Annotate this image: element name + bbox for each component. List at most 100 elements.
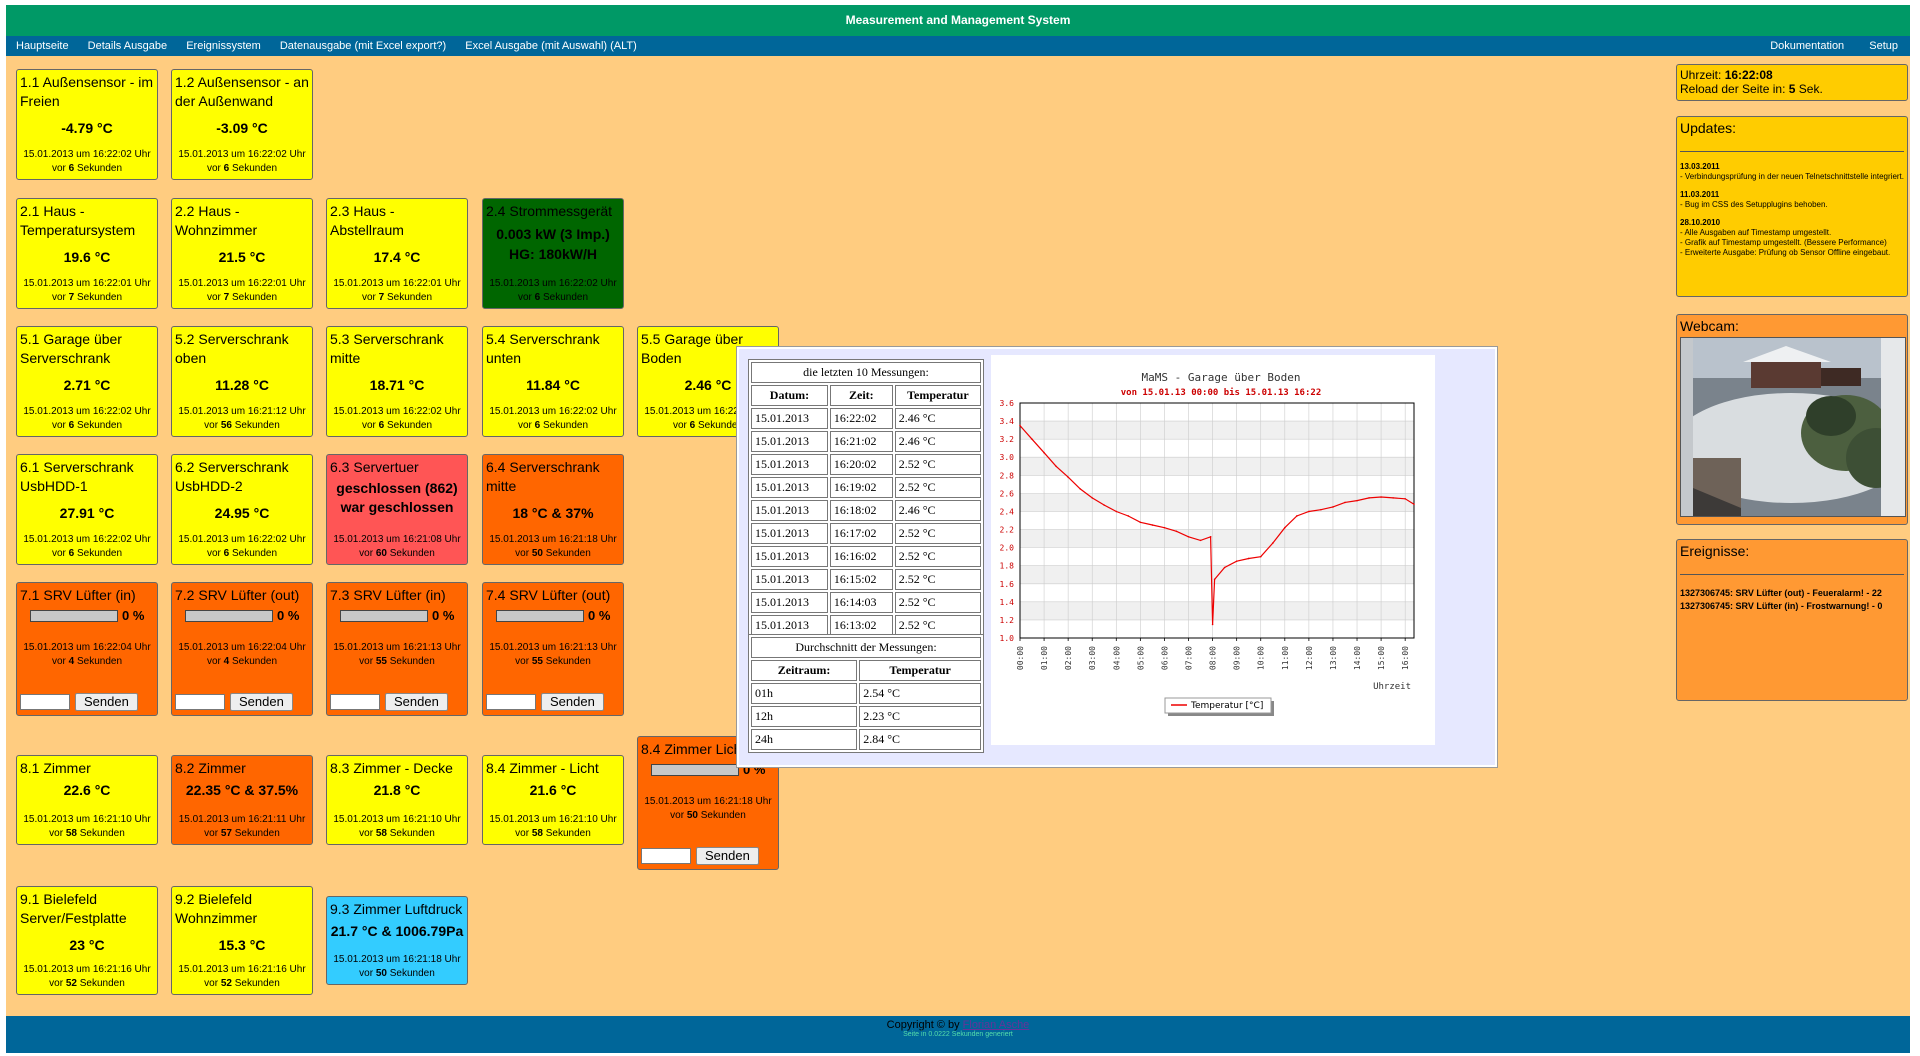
- menu-datenausgabe[interactable]: Datenausgabe (mit Excel export?): [280, 40, 446, 52]
- sensor-name: 6.2 Serverschrank UsbHDD-2: [175, 459, 289, 494]
- send-button[interactable]: Senden: [385, 693, 448, 711]
- sensor-tile[interactable]: 6.1 Serverschrank UsbHDD-1 27.91 °C 15.0…: [16, 454, 158, 565]
- updates-list: 13.03.2011 - Verbindungsprüfung in der n…: [1680, 162, 1904, 257]
- sensor-tile[interactable]: 5.2 Serverschrank oben 11.28 °C 15.01.20…: [171, 326, 313, 437]
- author-link[interactable]: Florian Asche: [963, 1019, 1030, 1031]
- sensor-tile[interactable]: 5.1 Garage über Serverschrank 2.71 °C 15…: [16, 326, 158, 437]
- table-row: 15.01.2013 16:17:02 2.52 °C: [751, 523, 981, 544]
- sensor-tile[interactable]: 9.3 Zimmer Luftdruck 21.7 °C & 1006.79Pa…: [326, 896, 468, 985]
- data-point: [1247, 557, 1250, 560]
- sensor-tile[interactable]: 8.4 Zimmer - Licht 21.6 °C 15.01.2013 um…: [482, 755, 624, 845]
- menu-ereignissystem[interactable]: Ereignissystem: [186, 40, 261, 52]
- table-row: 15.01.2013 16:20:02 2.52 °C: [751, 454, 981, 475]
- sensor-tile[interactable]: 5.4 Serverschrank unten 11.84 °C 15.01.2…: [482, 326, 624, 437]
- menu-dokumentation[interactable]: Dokumentation: [1770, 40, 1844, 52]
- event-item[interactable]: 1327306745: SRV Lüfter (in) - Frostwarnu…: [1680, 600, 1904, 613]
- legend-label: Temperatur [°C]: [1190, 701, 1263, 711]
- actuator-tile[interactable]: 7.3 SRV Lüfter (in) 0 % 15.01.2013 um 16…: [326, 582, 468, 716]
- sensor-tile[interactable]: 6.4 Serverschrank mitte 18 °C & 37% 15.0…: [482, 454, 624, 565]
- data-point: [1332, 506, 1334, 508]
- data-point: [1067, 476, 1069, 478]
- sensor-timestamp: 15.01.2013 um 16:21:10 Uhr vor 58 Sekunde…: [489, 814, 617, 839]
- actuator-tile[interactable]: 7.1 SRV Lüfter (in) 0 % 15.01.2013 um 16…: [16, 582, 158, 716]
- value-input[interactable]: [20, 694, 70, 710]
- sensor-tile[interactable]: 2.4 Strommessgerät 0.003 kW (3 Imp.) HG:…: [482, 198, 624, 309]
- sensor-tile[interactable]: 9.1 Bielefeld Server/Festplatte 23 °C 15…: [16, 886, 158, 995]
- sensor-tile[interactable]: 6.3 Servertuer geschlossen (862) war ges…: [326, 454, 468, 565]
- sensor-timestamp: 15.01.2013 um 16:22:02 Uhr vor 6 Sekunden: [178, 534, 306, 559]
- menu-setup[interactable]: Setup: [1869, 40, 1898, 52]
- y-tick-label: 2.6: [1000, 489, 1015, 498]
- sensor-tile[interactable]: 9.2 Bielefeld Wohnzimmer 15.3 °C 15.01.2…: [171, 886, 313, 995]
- actuator-tile[interactable]: 7.2 SRV Lüfter (out) 0 % 15.01.2013 um 1…: [171, 582, 313, 716]
- sensor-timestamp: 15.01.2013 um 16:21:12 Uhr vor 56 Sekunde…: [178, 406, 306, 431]
- sensor-tile[interactable]: 6.2 Serverschrank UsbHDD-2 24.95 °C 15.0…: [171, 454, 313, 565]
- send-button[interactable]: Senden: [696, 847, 759, 865]
- sensor-tile[interactable]: 1.2 Außensensor - an der Außenwand -3.09…: [171, 69, 313, 180]
- event-item[interactable]: 1327306745: SRV Lüfter (out) - Feueralar…: [1680, 587, 1904, 600]
- y-tick-label: 2.8: [1000, 471, 1015, 480]
- sensor-value: 19.6 °C: [63, 249, 111, 265]
- sensor-tile[interactable]: 5.3 Serverschrank mitte 18.71 °C 15.01.2…: [326, 326, 468, 437]
- menu-details-ausgabe[interactable]: Details Ausgabe: [88, 40, 168, 52]
- sensor-tile[interactable]: 8.1 Zimmer 22.6 °C 15.01.2013 um 16:21:1…: [16, 755, 158, 845]
- sensor-tile[interactable]: 1.1 Außensensor - im Freien -4.79 °C 15.…: [16, 69, 158, 180]
- table-row: 15.01.2013 16:13:02 2.52 °C: [751, 615, 981, 636]
- sensor-tile[interactable]: 8.3 Zimmer - Decke 21.8 °C 15.01.2013 um…: [326, 755, 468, 845]
- sensor-timestamp: 15.01.2013 um 16:21:10 Uhr vor 58 Sekunde…: [333, 814, 461, 839]
- sensor-tile[interactable]: 2.1 Haus - Temperatursystem 19.6 °C 15.0…: [16, 198, 158, 309]
- actuator-control: Senden: [330, 693, 448, 711]
- table-row: 15.01.2013 16:21:02 2.46 °C: [751, 431, 981, 452]
- value-input[interactable]: [641, 848, 691, 864]
- x-tick-label: 09:00: [1233, 646, 1242, 670]
- progress-row: 0 %: [20, 607, 154, 623]
- sensor-tile[interactable]: 2.3 Haus - Abstellraum 17.4 °C 15.01.201…: [326, 198, 468, 309]
- menu-hauptseite[interactable]: Hauptseite: [16, 40, 69, 52]
- sensor-timestamp: 15.01.2013 um 16:22:02 Uhr vor 6 Sekunden: [178, 149, 306, 174]
- data-point: [1091, 497, 1094, 499]
- value-input[interactable]: [486, 694, 536, 710]
- data-point: [1031, 438, 1033, 440]
- table-row: 15.01.2013 16:18:02 2.46 °C: [751, 500, 981, 521]
- value-input[interactable]: [330, 694, 380, 710]
- x-tick-label: 05:00: [1136, 646, 1145, 670]
- data-point: [1209, 535, 1212, 538]
- grid-band: [1020, 421, 1414, 440]
- sensor-timestamp: 15.01.2013 um 16:22:02 Uhr vor 6 Sekunden: [23, 149, 151, 174]
- sensor-tile[interactable]: 2.2 Haus - Wohnzimmer 21.5 °C 15.01.2013…: [171, 198, 313, 309]
- webcam-image[interactable]: [1680, 337, 1906, 517]
- menu-excel-ausgabe[interactable]: Excel Ausgabe (mit Auswahl) (ALT): [465, 40, 637, 52]
- column-header: Zeit:: [829, 385, 893, 406]
- events-title: Ereignisse:: [1680, 543, 1750, 559]
- sensor-name: 2.3 Haus - Abstellraum: [330, 203, 404, 238]
- send-button[interactable]: Senden: [541, 693, 604, 711]
- sensor-name: 2.4 Strommessgerät: [486, 203, 613, 219]
- sensor-timestamp: 15.01.2013 um 16:22:02 Uhr vor 6 Sekunden: [23, 534, 151, 559]
- send-button[interactable]: Senden: [75, 693, 138, 711]
- webcam-title: Webcam:: [1680, 318, 1739, 334]
- chart-subtitle: von 15.01.13 00:00 bis 15.01.13 16:22: [1121, 387, 1321, 398]
- data-point: [1404, 498, 1406, 500]
- sensor-value: 22.6 °C: [63, 782, 111, 798]
- table-row: 12h 2.23 °C: [751, 706, 981, 727]
- x-tick-label: 14:00: [1353, 646, 1362, 670]
- data-point: [1163, 526, 1166, 529]
- sensor-name: 6.4 Serverschrank mitte: [486, 459, 600, 494]
- data-point: [1368, 497, 1370, 499]
- data-point: [1320, 508, 1322, 511]
- sensor-name: 6.1 Serverschrank UsbHDD-1: [20, 459, 134, 494]
- sensor-name: 8.1 Zimmer: [20, 760, 91, 776]
- generation-time: Seite in 0.0222 Sekunden generiert: [903, 1031, 1013, 1038]
- send-button[interactable]: Senden: [230, 693, 293, 711]
- actuator-name: 7.2 SRV Lüfter (out): [175, 587, 300, 603]
- sensor-tile[interactable]: 8.2 Zimmer 22.35 °C & 37.5% 15.01.2013 u…: [171, 755, 313, 845]
- table-row: 15.01.2013 16:16:02 2.52 °C: [751, 546, 981, 567]
- actuator-tile[interactable]: 7.4 SRV Lüfter (out) 0 % 15.01.2013 um 1…: [482, 582, 624, 716]
- sensor-timestamp: 15.01.2013 um 16:21:10 Uhr vor 58 Sekunde…: [23, 814, 151, 839]
- sensor-value: 0.003 kW (3 Imp.): [496, 226, 610, 242]
- data-point: [1043, 451, 1045, 454]
- value-input[interactable]: [175, 694, 225, 710]
- x-tick-label: 12:00: [1305, 646, 1314, 670]
- sensor-detail-popup: die letzten 10 Messungen: Datum: Zeit: T…: [737, 347, 1497, 767]
- y-tick-label: 3.0: [1000, 453, 1015, 462]
